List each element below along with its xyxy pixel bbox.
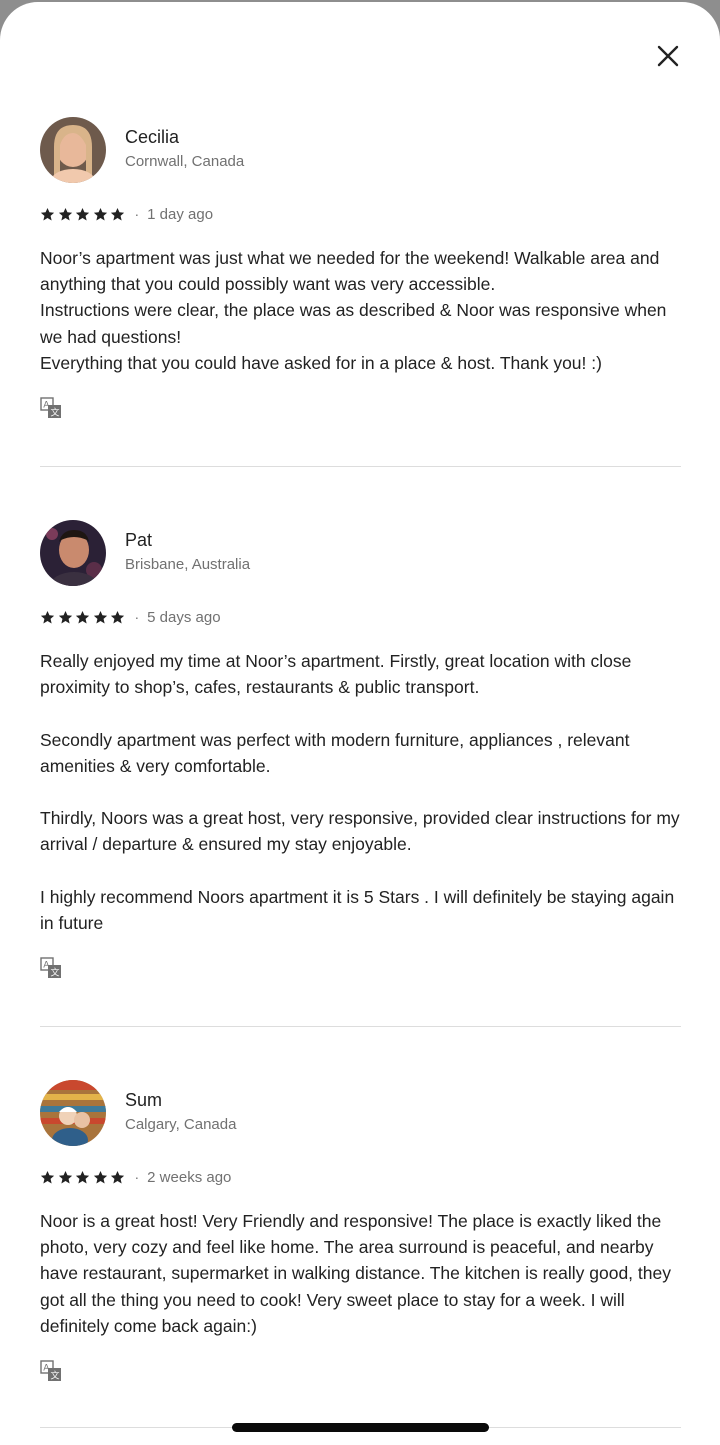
close-icon — [657, 45, 679, 67]
star-icon — [93, 207, 107, 220]
reviews-sheet: Cecilia Cornwall, Canada · 1 day ago Noo… — [0, 2, 720, 1445]
translate-button[interactable]: A 文 — [40, 397, 62, 419]
svg-text:文: 文 — [51, 967, 60, 979]
close-button[interactable] — [648, 36, 688, 76]
rating-row: · 2 weeks ago — [40, 1167, 681, 1187]
review-text: Really enjoyed my time at Noor’s apartme… — [40, 651, 680, 934]
rating-row: · 5 days ago — [40, 607, 681, 627]
svg-text:A: A — [43, 961, 50, 971]
separator-dot: · — [134, 206, 140, 222]
star-icon — [40, 1170, 55, 1183]
star-icon — [75, 610, 90, 623]
avatar[interactable] — [40, 520, 106, 586]
review-card: Sum Calgary, Canada · 2 weeks ago Noor i… — [40, 1080, 681, 1382]
star-icon — [58, 1170, 72, 1183]
review-text: Noor’s apartment was just what we needed… — [40, 248, 667, 373]
star-icon — [40, 207, 55, 220]
reviewer-name: Cecilia — [125, 127, 180, 147]
svg-text:文: 文 — [51, 407, 60, 419]
review-header: Cecilia Cornwall, Canada — [40, 117, 681, 183]
review-text: Noor is a great host! Very Friendly and … — [40, 1211, 671, 1336]
divider — [40, 466, 681, 467]
home-indicator[interactable] — [232, 1423, 489, 1432]
reviewer-location: Brisbane, Australia — [125, 556, 251, 573]
svg-text:A: A — [43, 1364, 50, 1374]
svg-text:文: 文 — [51, 1370, 60, 1382]
reviewer-name: Pat — [125, 530, 153, 550]
divider — [40, 1026, 681, 1027]
review-header: Sum Calgary, Canada — [40, 1080, 681, 1146]
translate-icon: A 文 — [40, 1360, 61, 1382]
star-rating — [40, 1170, 128, 1185]
star-icon — [40, 610, 55, 623]
star-icon — [93, 610, 107, 623]
star-icon — [75, 1170, 90, 1183]
review-card: Pat Brisbane, Australia · 5 days ago Rea… — [40, 520, 681, 979]
translate-icon: A 文 — [40, 957, 61, 979]
star-icon — [58, 610, 72, 623]
star-rating — [40, 207, 128, 222]
reviewer-location: Cornwall, Canada — [125, 153, 245, 170]
star-icon — [110, 610, 125, 623]
review-card: Cecilia Cornwall, Canada · 1 day ago Noo… — [40, 117, 681, 419]
avatar[interactable] — [40, 117, 106, 183]
reviewer-location: Calgary, Canada — [125, 1116, 237, 1133]
star-icon — [110, 1170, 125, 1183]
review-date: 1 day ago — [147, 205, 214, 223]
rating-row: · 1 day ago — [40, 204, 681, 224]
star-icon — [75, 207, 90, 220]
separator-dot: · — [134, 1169, 140, 1185]
svg-text:A: A — [43, 401, 50, 411]
review-header: Pat Brisbane, Australia — [40, 520, 681, 586]
reviewer-name: Sum — [125, 1090, 163, 1110]
review-date: 5 days ago — [147, 608, 221, 626]
avatar[interactable] — [40, 1080, 106, 1146]
separator-dot: · — [134, 609, 140, 625]
star-icon — [110, 207, 125, 220]
star-rating — [40, 610, 128, 625]
translate-button[interactable]: A 文 — [40, 957, 62, 979]
star-icon — [93, 1170, 107, 1183]
translate-icon: A 文 — [40, 397, 61, 419]
review-date: 2 weeks ago — [147, 1168, 232, 1186]
translate-button[interactable]: A 文 — [40, 1360, 62, 1382]
star-icon — [58, 207, 72, 220]
